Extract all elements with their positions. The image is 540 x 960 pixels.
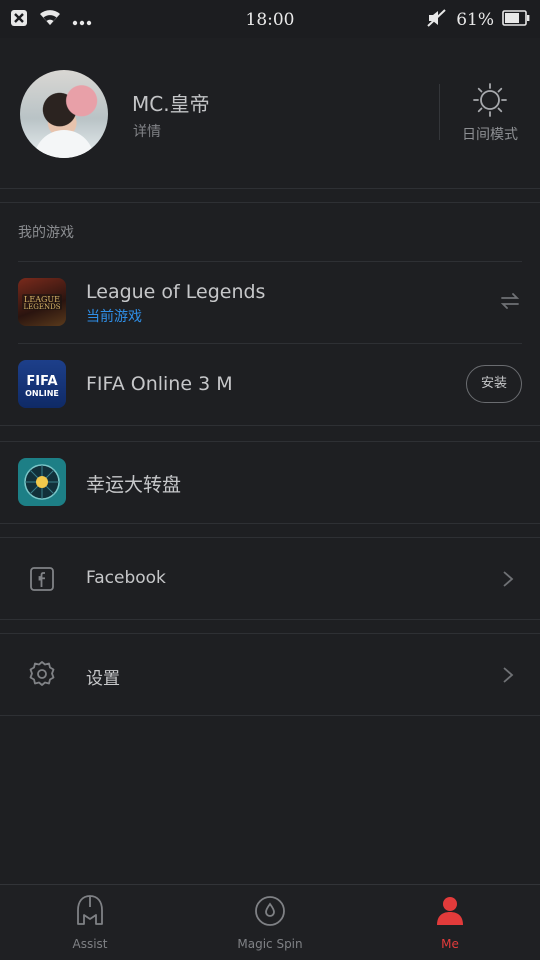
fifa-online-app-icon: FIFA ONLINE [18,360,66,408]
lucky-wheel-item[interactable]: 幸运大转盘 [0,442,540,523]
avatar[interactable] [20,70,108,158]
helmet-icon [72,893,108,929]
status-bar: 18:00 61% [0,0,540,38]
bottom-navigation: Assist Magic Spin Me [0,884,540,960]
game-item-league-of-legends[interactable]: LEAGUE LEGENDS League of Legends 当前游戏 [0,262,540,343]
tab-label: Assist [72,937,108,951]
sun-icon [472,83,508,122]
person-icon [432,893,468,929]
lucky-wheel-icon [18,458,66,506]
divider [0,523,540,524]
game-name: FIFA Online 3 M [86,373,233,395]
game-name: League of Legends [86,281,266,303]
league-of-legends-app-icon: LEAGUE LEGENDS [18,278,66,326]
gear-icon [28,660,56,692]
divider [0,425,540,426]
divider [0,202,540,203]
tab-label: Me [441,937,459,951]
battery-icon [502,10,530,30]
mute-icon [426,8,448,32]
divider [439,84,440,140]
svg-text:FIFA: FIFA [26,374,57,389]
spin-icon [252,893,288,929]
tab-magic-spin[interactable]: Magic Spin [180,885,360,960]
current-game-label: 当前游戏 [86,309,142,325]
chevron-right-icon [502,570,514,592]
chevron-right-icon [502,666,514,688]
settings-label: 设置 [86,669,120,689]
swap-icon[interactable] [500,291,520,315]
facebook-icon [30,567,54,595]
username[interactable]: MC.皇帝 [132,88,210,117]
lucky-wheel-label: 幸运大转盘 [86,474,182,496]
tab-me[interactable]: Me [360,885,540,960]
day-mode-label: 日间模式 [462,127,518,143]
divider [0,188,540,189]
day-mode-toggle[interactable]: 日间模式 [452,82,528,144]
facebook-item[interactable]: Facebook [0,538,540,619]
game-item-fifa-online[interactable]: FIFA ONLINE FIFA Online 3 M 安装 [0,344,540,425]
tab-label: Magic Spin [237,937,303,951]
profile-detail-link[interactable]: 详情 [133,121,161,141]
settings-item[interactable]: 设置 [0,634,540,715]
svg-text:ONLINE: ONLINE [25,389,59,398]
section-title-my-games: 我的游戏 [18,225,74,241]
profile-header: MC.皇帝 详情 日间模式 [0,38,540,188]
status-right: 61% [426,8,530,32]
avatar-figure [34,130,94,158]
install-button[interactable]: 安装 [466,365,522,403]
divider [0,619,540,620]
divider [0,715,540,716]
facebook-label: Facebook [86,568,166,588]
battery-percent: 61% [456,10,494,30]
tab-assist[interactable]: Assist [0,885,180,960]
svg-text:LEGENDS: LEGENDS [24,303,61,311]
